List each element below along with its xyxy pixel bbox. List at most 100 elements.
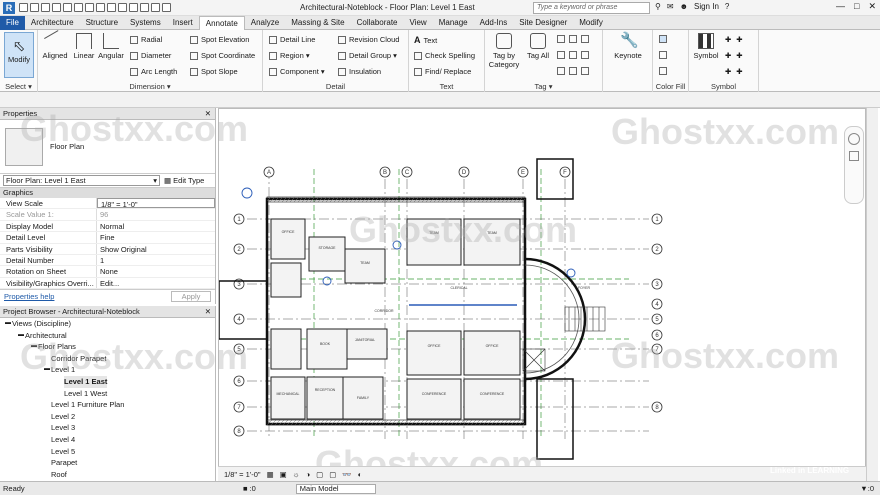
tab-structure[interactable]: Structure	[80, 16, 124, 30]
model-selector[interactable]: Main Model	[295, 483, 376, 494]
aligned-dimension-button[interactable]: Aligned	[40, 30, 70, 60]
property-value[interactable]: Fine	[97, 232, 215, 242]
beam-annotations-icon[interactable]	[557, 67, 565, 75]
undo-icon[interactable]	[52, 3, 61, 12]
sign-in-button[interactable]: Sign In	[694, 2, 719, 11]
browser-item[interactable]: ▬ Views (Discipline)	[0, 318, 215, 330]
component-button[interactable]: Component ▾	[269, 67, 325, 76]
property-value[interactable]: 1	[97, 255, 215, 265]
tab-annotate[interactable]: Annotate	[198, 15, 245, 30]
tab-file[interactable]: File	[0, 15, 25, 30]
view-scale[interactable]: 1/8" = 1'-0"	[224, 470, 261, 479]
detail-line-button[interactable]: Detail Line	[269, 35, 315, 44]
maximize-icon[interactable]: □	[854, 1, 859, 12]
aligned-dimension-icon[interactable]	[96, 3, 105, 12]
select-label[interactable]: Select ▾	[0, 82, 37, 91]
path-reinforcement-icon[interactable]: ✚	[736, 51, 742, 60]
duct-legend-button[interactable]	[659, 51, 667, 59]
linear-dimension-button[interactable]: Linear	[69, 33, 99, 60]
tag-all-button[interactable]: Tag All	[523, 33, 553, 60]
tread-number-icon[interactable]	[581, 67, 589, 75]
pipe-legend-button[interactable]	[659, 67, 667, 75]
collapse-toggle-icon[interactable]: ▬	[17, 330, 25, 342]
user-icon[interactable]: ☻	[680, 2, 688, 11]
spot-coordinate-button[interactable]: Spot Coordinate	[190, 51, 255, 60]
text-icon[interactable]	[107, 3, 116, 12]
collapse-toggle-icon[interactable]: ▬	[30, 341, 38, 353]
browser-item[interactable]: Level 1 East	[0, 375, 215, 388]
browser-item[interactable]: Roof	[0, 469, 215, 481]
zoom-icon[interactable]	[849, 151, 859, 161]
tab-view[interactable]: View	[404, 16, 433, 30]
thin-lines-icon[interactable]	[140, 3, 149, 12]
shadows-icon[interactable]: ◑	[306, 470, 311, 479]
measure-icon[interactable]	[85, 3, 94, 12]
area-reinforcement-icon[interactable]: ✚	[725, 51, 731, 60]
browser-item[interactable]: Level 5	[0, 446, 215, 458]
minimize-icon[interactable]: —	[836, 1, 845, 12]
revision-cloud-button[interactable]: Revision Cloud	[338, 35, 399, 44]
browser-item[interactable]: Level 1 West	[0, 388, 215, 400]
close-icon[interactable]: ✕	[205, 108, 211, 120]
collapse-toggle-icon[interactable]: ▬	[43, 364, 51, 376]
browser-item[interactable]: Corridor Parapet	[0, 353, 215, 365]
browser-item[interactable]: Level 2	[0, 411, 215, 423]
property-value[interactable]: None	[97, 266, 215, 276]
communication-icon[interactable]: ✉	[667, 2, 674, 11]
spot-slope-button[interactable]: Spot Slope	[190, 67, 238, 76]
tab-add-ins[interactable]: Add-Ins	[474, 16, 514, 30]
show-crop-icon[interactable]: ▢	[329, 470, 336, 479]
help-icon[interactable]: ?	[725, 2, 729, 11]
tab-systems[interactable]: Systems	[124, 16, 167, 30]
diameter-button[interactable]: Diameter	[130, 51, 171, 60]
steering-wheel-icon[interactable]	[848, 133, 860, 145]
area-tag-icon[interactable]	[581, 35, 589, 43]
print-icon[interactable]	[74, 3, 83, 12]
edit-type-button[interactable]: ▦ Edit Type	[164, 176, 204, 185]
close-hidden-icon[interactable]	[151, 3, 160, 12]
dimension-label[interactable]: Dimension ▾	[38, 82, 262, 91]
fabric-reinforcement-icon[interactable]: ✚	[725, 67, 731, 76]
room-tag-icon[interactable]	[557, 51, 565, 59]
tab-collaborate[interactable]: Collaborate	[351, 16, 404, 30]
browser-item[interactable]: ▬ Architectural	[0, 330, 215, 342]
section-icon[interactable]	[129, 3, 138, 12]
browser-item[interactable]: ▬ Floor Plans	[0, 341, 215, 353]
stair-path-icon[interactable]	[569, 67, 577, 75]
temporary-hide-icon[interactable]: 👓	[342, 470, 351, 479]
instance-dropdown[interactable]: Floor Plan: Level 1 East ▾	[3, 175, 160, 186]
view-reference-icon[interactable]	[581, 51, 589, 59]
property-value[interactable]: Show Original	[97, 244, 215, 254]
spot-elevation-button[interactable]: Spot Elevation	[190, 35, 249, 44]
property-value[interactable]: 1/8" = 1'-0"	[97, 198, 215, 209]
crop-view-icon[interactable]: ▢	[316, 470, 323, 479]
beam-system-icon[interactable]: ✚	[736, 35, 742, 44]
check-spelling-button[interactable]: Check Spelling	[414, 51, 475, 60]
drawing-area[interactable]: A B C D E F 1 2 3 4 5 6 7 8 1 2 3 4 5 6 …	[218, 108, 866, 481]
visual-style-icon[interactable]: ▣	[280, 470, 287, 479]
apply-button[interactable]: Apply	[171, 291, 211, 303]
property-value[interactable]: 96	[97, 209, 215, 219]
tab-manage[interactable]: Manage	[433, 16, 474, 30]
revit-logo[interactable]: R	[3, 1, 15, 14]
property-value[interactable]: Edit...	[97, 278, 215, 288]
sync-icon[interactable]	[41, 3, 50, 12]
tab-modify[interactable]: Modify	[573, 16, 609, 30]
tab-massing-site[interactable]: Massing & Site	[285, 16, 350, 30]
angular-dimension-button[interactable]: Angular	[96, 33, 126, 60]
collapse-toggle-icon[interactable]: ▬	[4, 318, 12, 330]
close-icon[interactable]: ✕	[868, 1, 876, 12]
search-icon[interactable]: ⚲	[655, 2, 661, 11]
worksets-icon[interactable]: ■	[243, 484, 248, 493]
insulation-button[interactable]: Insulation	[338, 67, 381, 76]
material-tag-icon[interactable]	[569, 35, 577, 43]
space-tag-icon[interactable]	[569, 51, 577, 59]
text-button[interactable]: A Text	[414, 35, 437, 45]
region-button[interactable]: Region ▾	[269, 51, 310, 60]
modify-button[interactable]: ⬁ Modify	[4, 32, 34, 78]
reveal-hidden-icon[interactable]: ◐	[358, 470, 363, 479]
filter-icon[interactable]: ▼	[860, 484, 867, 493]
keynote-button[interactable]: 🔧 Keynote	[613, 33, 643, 61]
property-value[interactable]: Normal	[97, 221, 215, 231]
type-selector[interactable]: Floor Plan	[0, 120, 215, 174]
